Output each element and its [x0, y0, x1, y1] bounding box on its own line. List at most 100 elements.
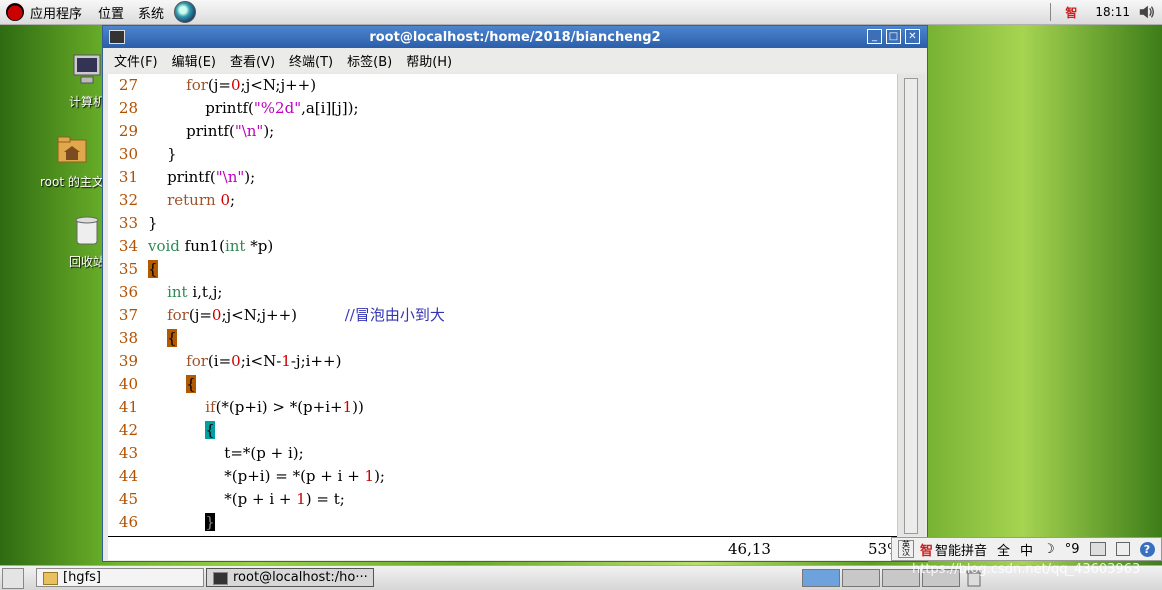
browser-globe-icon[interactable]	[174, 1, 197, 23]
line-number: 39	[118, 352, 138, 370]
line-number: 34	[118, 237, 138, 255]
line-number: 32	[118, 191, 138, 209]
taskbar-item-terminal[interactable]: root@localhost:/ho···	[206, 568, 374, 587]
code-text: printf("%2d",a[i][j]);	[148, 99, 359, 117]
code-text: {	[205, 421, 215, 439]
panel-separator	[1050, 3, 1052, 21]
ime-chinese-toggle[interactable]: 中	[1020, 540, 1033, 559]
menu-terminal[interactable]: 终端(T)	[289, 51, 333, 70]
code-line: 39 for(i=0;i<N-1-j;i++)	[108, 350, 897, 373]
maximize-button[interactable]: □	[886, 29, 901, 44]
code-line: 37 for(j=0;j<N;j++) //冒泡由小到大	[108, 304, 897, 327]
menu-help[interactable]: 帮助(H)	[406, 51, 452, 70]
volume-icon[interactable]	[1138, 3, 1156, 21]
ime-menu-icon[interactable]	[1115, 542, 1130, 556]
code-line: 40 {	[108, 373, 897, 396]
code-line: 46 }	[108, 511, 897, 534]
window-titlebar[interactable]: root@localhost:/home/2018/biancheng2 _ □…	[103, 26, 927, 48]
code-text: {	[148, 260, 158, 278]
code-line: 27 for(j=0;j<N;j++)	[108, 74, 897, 97]
code-line: 43 t=*(p + i);	[108, 442, 897, 465]
code-line: 42 {	[108, 419, 897, 442]
code-line: 44 *(p+i) = *(p + i + 1);	[108, 465, 897, 488]
menu-applications[interactable]: 应用程序	[30, 3, 82, 22]
code-text: for(j=0;j<N;j++)	[186, 76, 317, 94]
menu-file[interactable]: 文件(F)	[114, 51, 158, 70]
code-line: 35 {	[108, 258, 897, 281]
code-text: printf("\n");	[148, 168, 256, 186]
scrollbar-thumb[interactable]	[904, 78, 918, 534]
line-number: 43	[118, 444, 138, 462]
trash-icon	[75, 216, 99, 245]
ime-help-icon[interactable]: ?	[1139, 541, 1155, 557]
line-number: 30	[118, 145, 138, 163]
terminal-window: root@localhost:/home/2018/biancheng2 _ □…	[102, 25, 928, 562]
workspace-1[interactable]	[802, 569, 840, 587]
code-text: *(p+i) = *(p + i + 1);	[148, 467, 385, 485]
code-text: for(j=0;j<N;j++) //冒泡由小到大	[167, 306, 445, 324]
minimize-button[interactable]: _	[867, 29, 882, 44]
show-desktop-icon[interactable]	[2, 568, 24, 589]
ime-fullwidth-toggle[interactable]: 全	[997, 540, 1010, 559]
computer-icon	[73, 54, 101, 84]
workspace-2[interactable]	[842, 569, 880, 587]
watermark: https://blog.csdn.net/qq_43603963	[912, 562, 1141, 577]
line-number: 27	[118, 76, 138, 94]
line-number: 42	[118, 421, 138, 439]
ime-moon-icon[interactable]: ☽	[1043, 542, 1055, 557]
code-text: *(p + i + 1) = t;	[148, 490, 345, 508]
ime-toolbar: 英汉 智 智能拼音 全 中 ☽ °9 ?	[891, 537, 1162, 561]
code-line: 34 void fun1(int *p)	[108, 235, 897, 258]
code-text: void fun1(int *p)	[148, 237, 274, 255]
code-line: 31 printf("\n");	[108, 166, 897, 189]
window-title: root@localhost:/home/2018/biancheng2	[369, 29, 661, 45]
vim-editor[interactable]: 27 for(j=0;j<N;j++) 28 printf("%2d",a[i][…	[108, 74, 897, 536]
menu-system[interactable]: 系统	[138, 3, 164, 22]
menubar: 文件(F) 编辑(E) 查看(V) 终端(T) 标签(B) 帮助(H)	[103, 48, 927, 72]
menu-view[interactable]: 查看(V)	[230, 51, 275, 70]
line-number: 33	[118, 214, 138, 232]
ime-name[interactable]: 智能拼音	[935, 540, 987, 559]
code-text: printf("\n");	[148, 122, 275, 140]
clock[interactable]: 18:11	[1095, 5, 1130, 19]
code-text: {	[167, 329, 177, 347]
code-line: 45 *(p + i + 1) = t;	[108, 488, 897, 511]
code-line: 36 int i,t,j;	[108, 281, 897, 304]
vim-status-line: 46,13 53%	[108, 536, 901, 560]
code-text: int i,t,j;	[167, 283, 223, 301]
cursor-position: 46,13	[728, 540, 771, 558]
line-number: 31	[118, 168, 138, 186]
code-text: for(i=0;i<N-1-j;i++)	[186, 352, 342, 370]
taskbar-label: [hgfs]	[63, 570, 101, 585]
ime-punct-toggle[interactable]: °9	[1065, 542, 1080, 557]
ime-keyboard-icon[interactable]	[1089, 542, 1106, 556]
line-number: 38	[118, 329, 138, 347]
vertical-scrollbar[interactable]	[897, 74, 925, 536]
code-text: return 0;	[167, 191, 236, 209]
menu-places[interactable]: 位置	[98, 3, 124, 22]
menu-tabs[interactable]: 标签(B)	[347, 51, 392, 70]
line-number: 44	[118, 467, 138, 485]
taskbar-item-hgfs[interactable]: [hgfs]	[36, 568, 204, 587]
taskbar-label: root@localhost:/ho···	[233, 570, 368, 585]
home-folder-icon	[57, 136, 87, 163]
line-number: 37	[118, 306, 138, 324]
top-panel: 应用程序 位置 系统 智 18:11	[0, 0, 1162, 25]
code-line: 29 printf("\n");	[108, 120, 897, 143]
desktop-icon-home[interactable]: root 的主文件夹	[40, 132, 104, 190]
terminal-icon	[213, 572, 228, 585]
ime-logo-icon: 智	[920, 543, 934, 559]
code-text: }	[148, 214, 158, 232]
line-number: 29	[118, 122, 138, 140]
code-text: }	[148, 145, 177, 163]
line-number: 35	[118, 260, 138, 278]
code-line: 38 {	[108, 327, 897, 350]
code-line: 32 return 0;	[108, 189, 897, 212]
line-number: 41	[118, 398, 138, 416]
menu-edit[interactable]: 编辑(E)	[172, 51, 216, 70]
ime-switch-icon[interactable]: 英汉	[898, 540, 914, 558]
ime-indicator-icon[interactable]: 智	[1065, 4, 1077, 21]
redhat-icon[interactable]	[6, 3, 24, 21]
close-button[interactable]: ✕	[905, 29, 920, 44]
line-number: 45	[118, 490, 138, 508]
